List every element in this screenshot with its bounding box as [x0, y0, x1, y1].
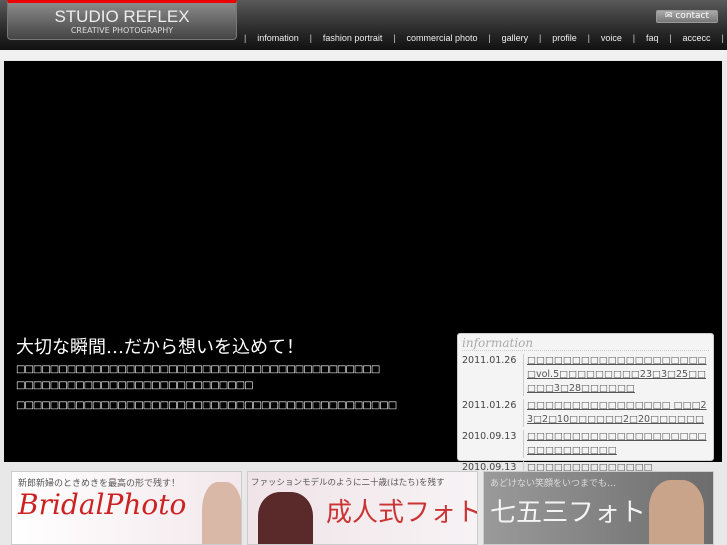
news-link[interactable]: □□□□□□□□□□□□□□□□□□□□□□□□□□□□□□ — [527, 430, 709, 458]
hero-text-line: □□□□□□□□□□□□□□□□□□□□□□□□□□□□ — [16, 380, 254, 391]
banner-row: 新郎新婦のときめきを最高の形で残す！ BridalPhoto ファッションモデル… — [11, 471, 714, 545]
header-strip — [0, 50, 727, 60]
hero-area: 大切な瞬間…だから想いを込めて！ □□□□□□□□□□□□□□□□□□□□□□□… — [4, 61, 722, 475]
logo-subtitle: CREATIVE PHOTOGRAPHY — [70, 26, 174, 35]
nav-accecc[interactable]: accecc — [683, 33, 711, 43]
nav-voice[interactable]: voice — [601, 33, 622, 43]
nav-separator: | — [721, 33, 724, 43]
banner-title: BridalPhoto — [18, 488, 187, 521]
bride-photo — [202, 482, 241, 544]
news-item: 2010.09.13 □□□□□□□□□□□□□□□□□□□□□□□□□□□□□□ — [462, 430, 709, 458]
news-date: 2011.01.26 — [462, 399, 524, 427]
banner-title: 成人式フォト — [326, 498, 478, 528]
news-link[interactable]: □□□□□□□□□□□□□□□□□□□□□vol.5□□□□□□□□□23□3□… — [527, 354, 709, 396]
nav-faq[interactable]: faq — [646, 33, 659, 43]
logo[interactable]: STUDIO REFLEX CREATIVE PHOTOGRAPHY — [7, 0, 237, 40]
nav-separator: | — [539, 33, 542, 43]
news-item: 2011.01.26 □□□□□□□□□□□□□□□□ □□□23□2□10□□□… — [462, 399, 709, 427]
contact-label: contact — [675, 11, 710, 21]
coming-of-age-photo-banner[interactable]: ファッションモデルのように二十歳(はたち)を残す 成人式フォト — [247, 471, 478, 545]
banner-caption: あどけない笑顔をいつまでも… — [490, 479, 617, 489]
envelope-icon: ✉ — [664, 11, 676, 21]
news-date: 2010.09.13 — [462, 430, 524, 458]
banner-caption: ファッションモデルのように二十歳(はたち)を残す — [251, 478, 445, 488]
hero-text-line: □□□□□□□□□□□□□□□□□□□□□□□□□□□□□□□□□□□□□□□□… — [16, 364, 380, 375]
bridal-photo-banner[interactable]: 新郎新婦のときめきを最高の形で残す！ BridalPhoto — [11, 471, 242, 545]
header: STUDIO REFLEX CREATIVE PHOTOGRAPHY ✉ con… — [0, 0, 727, 50]
contact-button[interactable]: ✉ contact — [656, 10, 718, 23]
shichigosan-photo-banner[interactable]: あどけない笑顔をいつまでも… 七五三フォト — [483, 471, 714, 545]
news-link[interactable]: □□□□□□□□□□□□□□□□ □□□23□2□10□□□□□□2□20□□□… — [527, 399, 709, 427]
news-item: 2011.01.26 □□□□□□□□□□□□□□□□□□□□□vol.5□□□□… — [462, 354, 709, 396]
nav-commercial-photo[interactable]: commercial photo — [406, 33, 477, 43]
nav-separator: | — [393, 33, 396, 43]
nav-separator: | — [669, 33, 672, 43]
nav-separator: | — [632, 33, 636, 43]
logo-title: STUDIO REFLEX — [54, 7, 190, 26]
hero-headline: 大切な瞬間…だから想いを込めて！ — [16, 337, 304, 358]
nav-separator: | — [309, 33, 312, 43]
nav-infomation[interactable]: infomation — [257, 33, 299, 43]
nav-separator: | — [244, 33, 247, 43]
main-nav: | infomation | fashion portrait | commercia… — [244, 33, 724, 43]
child-photo — [649, 480, 704, 544]
kimono-photo — [258, 492, 313, 544]
nav-separator: | — [587, 33, 590, 43]
information-panel: information 2011.01.26 □□□□□□□□□□□□□□□□□□… — [457, 333, 714, 475]
banner-title: 七五三フォト — [490, 498, 647, 528]
information-title: information — [462, 336, 709, 351]
news-date: 2011.01.26 — [462, 354, 524, 396]
hero-text-line: □□□□□□□□□□□□□□□□□□□□□□□□□□□□□□□□□□□□□□□□… — [16, 400, 397, 411]
nav-fashion-portrait[interactable]: fashion portrait — [323, 33, 383, 43]
nav-profile[interactable]: profile — [552, 33, 577, 43]
nav-separator: | — [488, 33, 491, 43]
nav-gallery[interactable]: gallery — [502, 33, 529, 43]
